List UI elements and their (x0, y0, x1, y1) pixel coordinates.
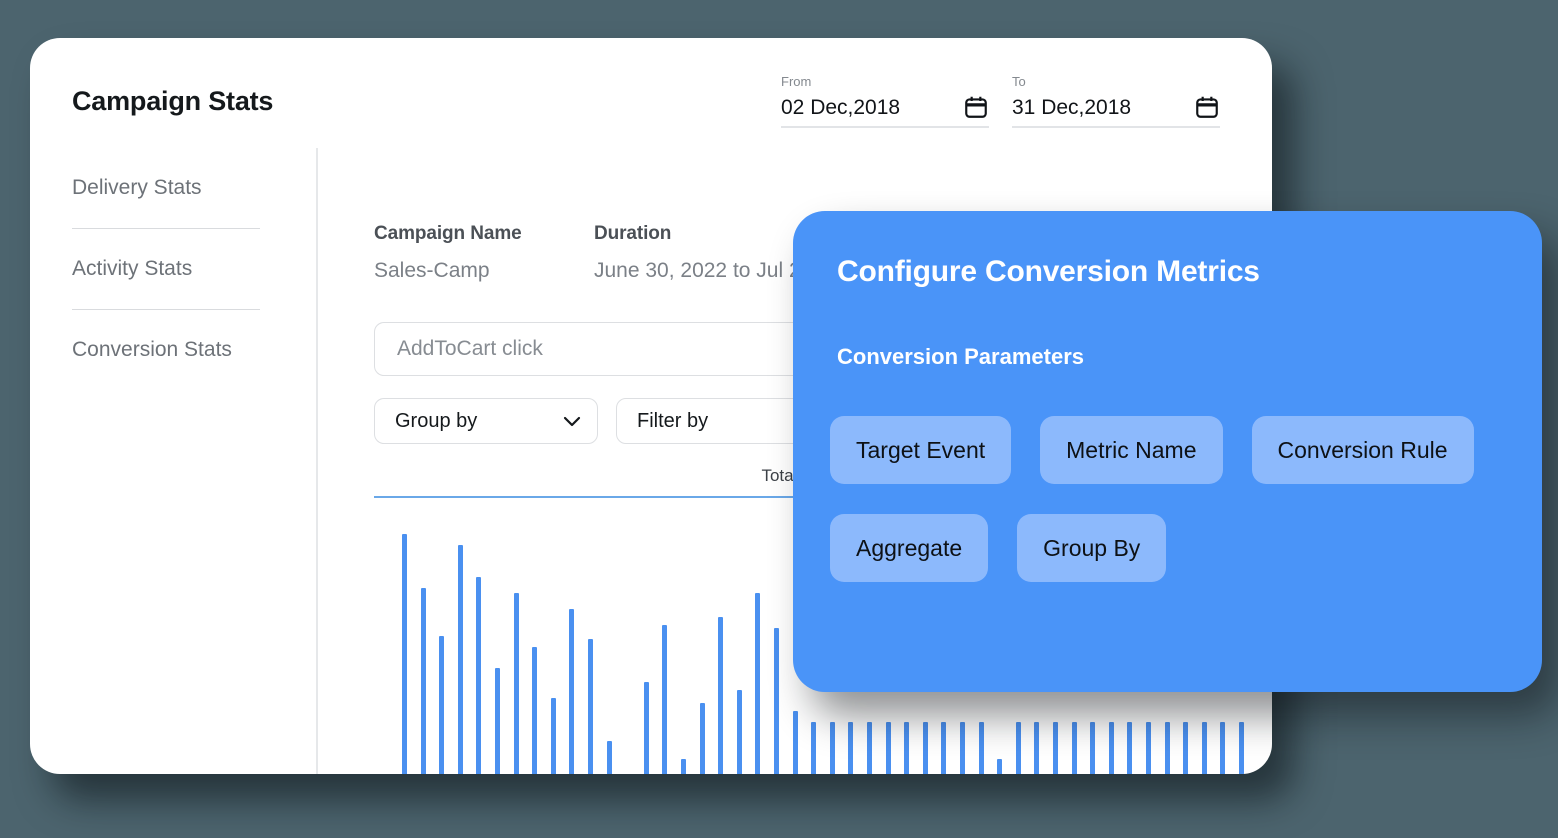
group-by-label: Group by (395, 410, 477, 433)
group-by-dropdown[interactable]: Group by (374, 398, 598, 444)
chart-bar (1053, 722, 1058, 774)
campaign-name-label: Campaign Name (374, 223, 594, 245)
chip-target-event[interactable]: Target Event (830, 416, 1011, 484)
chevron-down-icon (563, 416, 581, 427)
sidebar-item-label: Delivery Stats (72, 176, 202, 200)
chip-conversion-rule[interactable]: Conversion Rule (1252, 416, 1474, 484)
chart-bar (737, 690, 742, 774)
chart-bar (402, 534, 407, 774)
configure-conversion-metrics-dialog: Configure Conversion Metrics Conversion … (793, 211, 1542, 692)
chart-bar (1165, 722, 1170, 774)
chart-bar (1202, 722, 1207, 774)
chart-bar (588, 639, 593, 774)
sidebar-item-activity-stats[interactable]: Activity Stats (30, 229, 316, 309)
chart-bar (439, 636, 444, 774)
chart-bar (886, 722, 891, 774)
campaign-name-value: Sales-Camp (374, 259, 594, 283)
chart-bar (1220, 722, 1225, 774)
chart-bar (793, 711, 798, 774)
chart-bar (1109, 722, 1114, 774)
chart-bar (607, 741, 612, 774)
chart-bar (923, 722, 928, 774)
chart-bar (514, 593, 519, 774)
chart-bar (644, 682, 649, 774)
chart-bar (960, 722, 965, 774)
chart-bar (1090, 722, 1095, 774)
chip-aggregate[interactable]: Aggregate (830, 514, 988, 582)
event-input-value: AddToCart click (397, 337, 543, 361)
filter-by-label: Filter by (637, 410, 708, 433)
sidebar-item-label: Conversion Stats (72, 338, 232, 362)
chart-bar (662, 625, 667, 774)
chart-bar (755, 593, 760, 774)
campaign-name-block: Campaign Name Sales-Camp (374, 223, 594, 283)
date-from-label: From (781, 74, 989, 90)
date-to-label: To (1012, 74, 1220, 90)
card-header: Campaign Stats From 02 Dec,2018 To 31 De… (30, 38, 1272, 148)
chart-bar (718, 617, 723, 774)
chart-bar (476, 577, 481, 774)
chart-bar (1127, 722, 1132, 774)
chart-bar (941, 722, 946, 774)
date-from-field[interactable]: From 02 Dec,2018 (781, 74, 989, 128)
chart-bar (569, 609, 574, 774)
chart-bar (681, 759, 686, 774)
chart-bar (421, 588, 426, 774)
chart-bar (532, 647, 537, 774)
sidebar-item-label: Activity Stats (72, 257, 192, 281)
chart-bar (700, 703, 705, 774)
chart-bar (551, 698, 556, 774)
chart-bar (774, 628, 779, 774)
chip-metric-name[interactable]: Metric Name (1040, 416, 1222, 484)
chart-bar (904, 722, 909, 774)
sidebar-item-delivery-stats[interactable]: Delivery Stats (30, 148, 316, 228)
date-to-field[interactable]: To 31 Dec,2018 (1012, 74, 1220, 128)
chart-bar (1146, 722, 1151, 774)
chart-bar (1183, 722, 1188, 774)
chart-bar (848, 722, 853, 774)
chart-bar (979, 722, 984, 774)
chart-bar (830, 722, 835, 774)
chart-bar (811, 722, 816, 774)
chart-bar (1016, 722, 1021, 774)
date-from-value: 02 Dec,2018 (781, 96, 900, 120)
chart-bar (1034, 722, 1039, 774)
chip-group-by[interactable]: Group By (1017, 514, 1166, 582)
chart-bar (1072, 722, 1077, 774)
sidebar-item-conversion-stats[interactable]: Conversion Stats (30, 310, 316, 390)
chart-bar (867, 722, 872, 774)
chart-bar (458, 545, 463, 774)
chart-bar (997, 759, 1002, 774)
chart-bar (1239, 722, 1244, 774)
conversion-parameter-chips: Target Event Metric Name Conversion Rule… (830, 416, 1520, 582)
date-to-value: 31 Dec,2018 (1012, 96, 1131, 120)
sidebar: Delivery Stats Activity Stats Conversion… (30, 148, 318, 774)
page-title: Campaign Stats (72, 86, 273, 117)
chart-bar (495, 668, 500, 774)
dialog-subtitle: Conversion Parameters (837, 344, 1084, 370)
calendar-icon[interactable] (963, 94, 989, 120)
dialog-title: Configure Conversion Metrics (837, 255, 1260, 289)
calendar-icon[interactable] (1194, 94, 1220, 120)
